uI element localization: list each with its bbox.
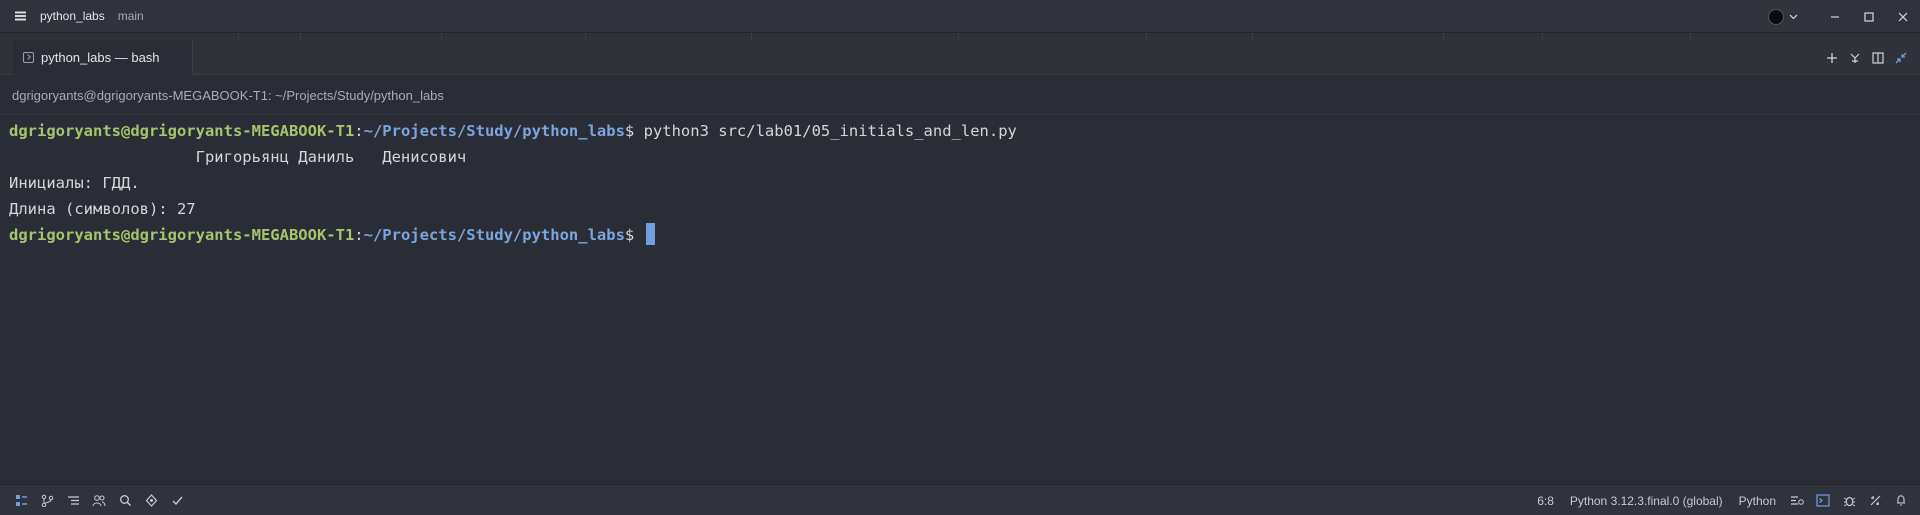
terminal-path-bar: dgrigoryants@dgrigoryants-MEGABOOK-T1: ~… [0,76,1920,115]
minimize-icon[interactable] [1818,0,1852,33]
status-bar: 6:8 Python 3.12.3.final.0 (global) Pytho… [0,484,1920,515]
prompt-colon: : [354,122,364,140]
prompt-user: dgrigoryants@dgrigoryants-MEGABOOK-T1 [9,122,355,140]
tab-actions [1820,40,1912,75]
status-bar-tools [0,487,190,513]
output-line: Инициалы: ГДД. [9,174,140,192]
window-controls [1768,0,1920,33]
cursor-position[interactable]: 6:8 [1537,494,1554,508]
python-interpreter[interactable]: Python 3.12.3.final.0 (global) [1570,494,1723,508]
avatar [1768,8,1784,25]
output-line: Григорьянц Даниль Денисович [9,148,467,166]
terminal-panel-icon[interactable] [1810,488,1836,514]
project-icon[interactable] [8,487,34,513]
status-bar-info: 6:8 Python 3.12.3.final.0 (global) Pytho… [1529,485,1914,515]
notifications-icon[interactable] [1888,488,1914,514]
prompt-dollar: $ [624,122,644,140]
plus-icon[interactable] [1820,46,1843,69]
search-icon[interactable] [112,487,138,513]
command-text: python3 src/lab01/05_initials_and_len.py [643,122,1017,140]
tab-strip-dividers [0,33,1920,40]
check-icon[interactable] [164,487,190,513]
window-title: python_labs [40,9,105,23]
terminal-prompt-line[interactable]: dgrigoryants@dgrigoryants-MEGABOOK-T1:~/… [9,222,1920,248]
terminal-tab-bar: python_labs — bash [0,40,1920,75]
bug-icon[interactable] [1836,488,1862,514]
prompt-path: ~/Projects/Study/python_labs [363,226,625,244]
maximize-icon[interactable] [1852,0,1886,33]
settings-sync-icon[interactable] [1784,488,1810,514]
terminal-command-line: dgrigoryants@dgrigoryants-MEGABOOK-T1:~/… [9,118,1920,144]
output-line: Длина (символов): 27 [9,200,196,218]
account-menu[interactable] [1768,8,1800,25]
prompt-user: dgrigoryants@dgrigoryants-MEGABOOK-T1 [9,226,355,244]
text-cursor [645,223,655,245]
prompt-path: ~/Projects/Study/python_labs [363,122,625,140]
ide-window: python_labs main python_labs — bash dgri… [0,0,1920,515]
users-icon[interactable] [86,487,112,513]
terminal-output[interactable]: dgrigoryants@dgrigoryants-MEGABOOK-T1:~/… [0,116,1920,484]
language-mode[interactable]: Python [1739,494,1776,508]
title-bar: python_labs main [0,0,1920,33]
collapse-icon[interactable] [1889,46,1912,69]
layout-icon[interactable] [1866,46,1889,69]
tab-label: python_labs — bash [41,50,160,65]
close-icon[interactable] [1886,0,1920,33]
hamburger-menu-icon[interactable] [0,0,40,33]
prompt-colon: : [354,226,364,244]
branch-label[interactable]: main [118,9,144,23]
list-icon[interactable] [60,487,86,513]
path-label: dgrigoryants@dgrigoryants-MEGABOOK-T1: ~… [12,87,444,103]
terminal-icon [23,52,34,63]
plugins-icon[interactable] [1862,488,1888,514]
bolt-icon[interactable] [138,487,164,513]
git-branch-icon[interactable] [34,487,60,513]
split-icon[interactable] [1843,46,1866,69]
tab-python-labs-bash[interactable]: python_labs — bash [13,40,193,75]
chevron-down-icon [1786,10,1800,24]
prompt-dollar: $ [624,226,644,244]
